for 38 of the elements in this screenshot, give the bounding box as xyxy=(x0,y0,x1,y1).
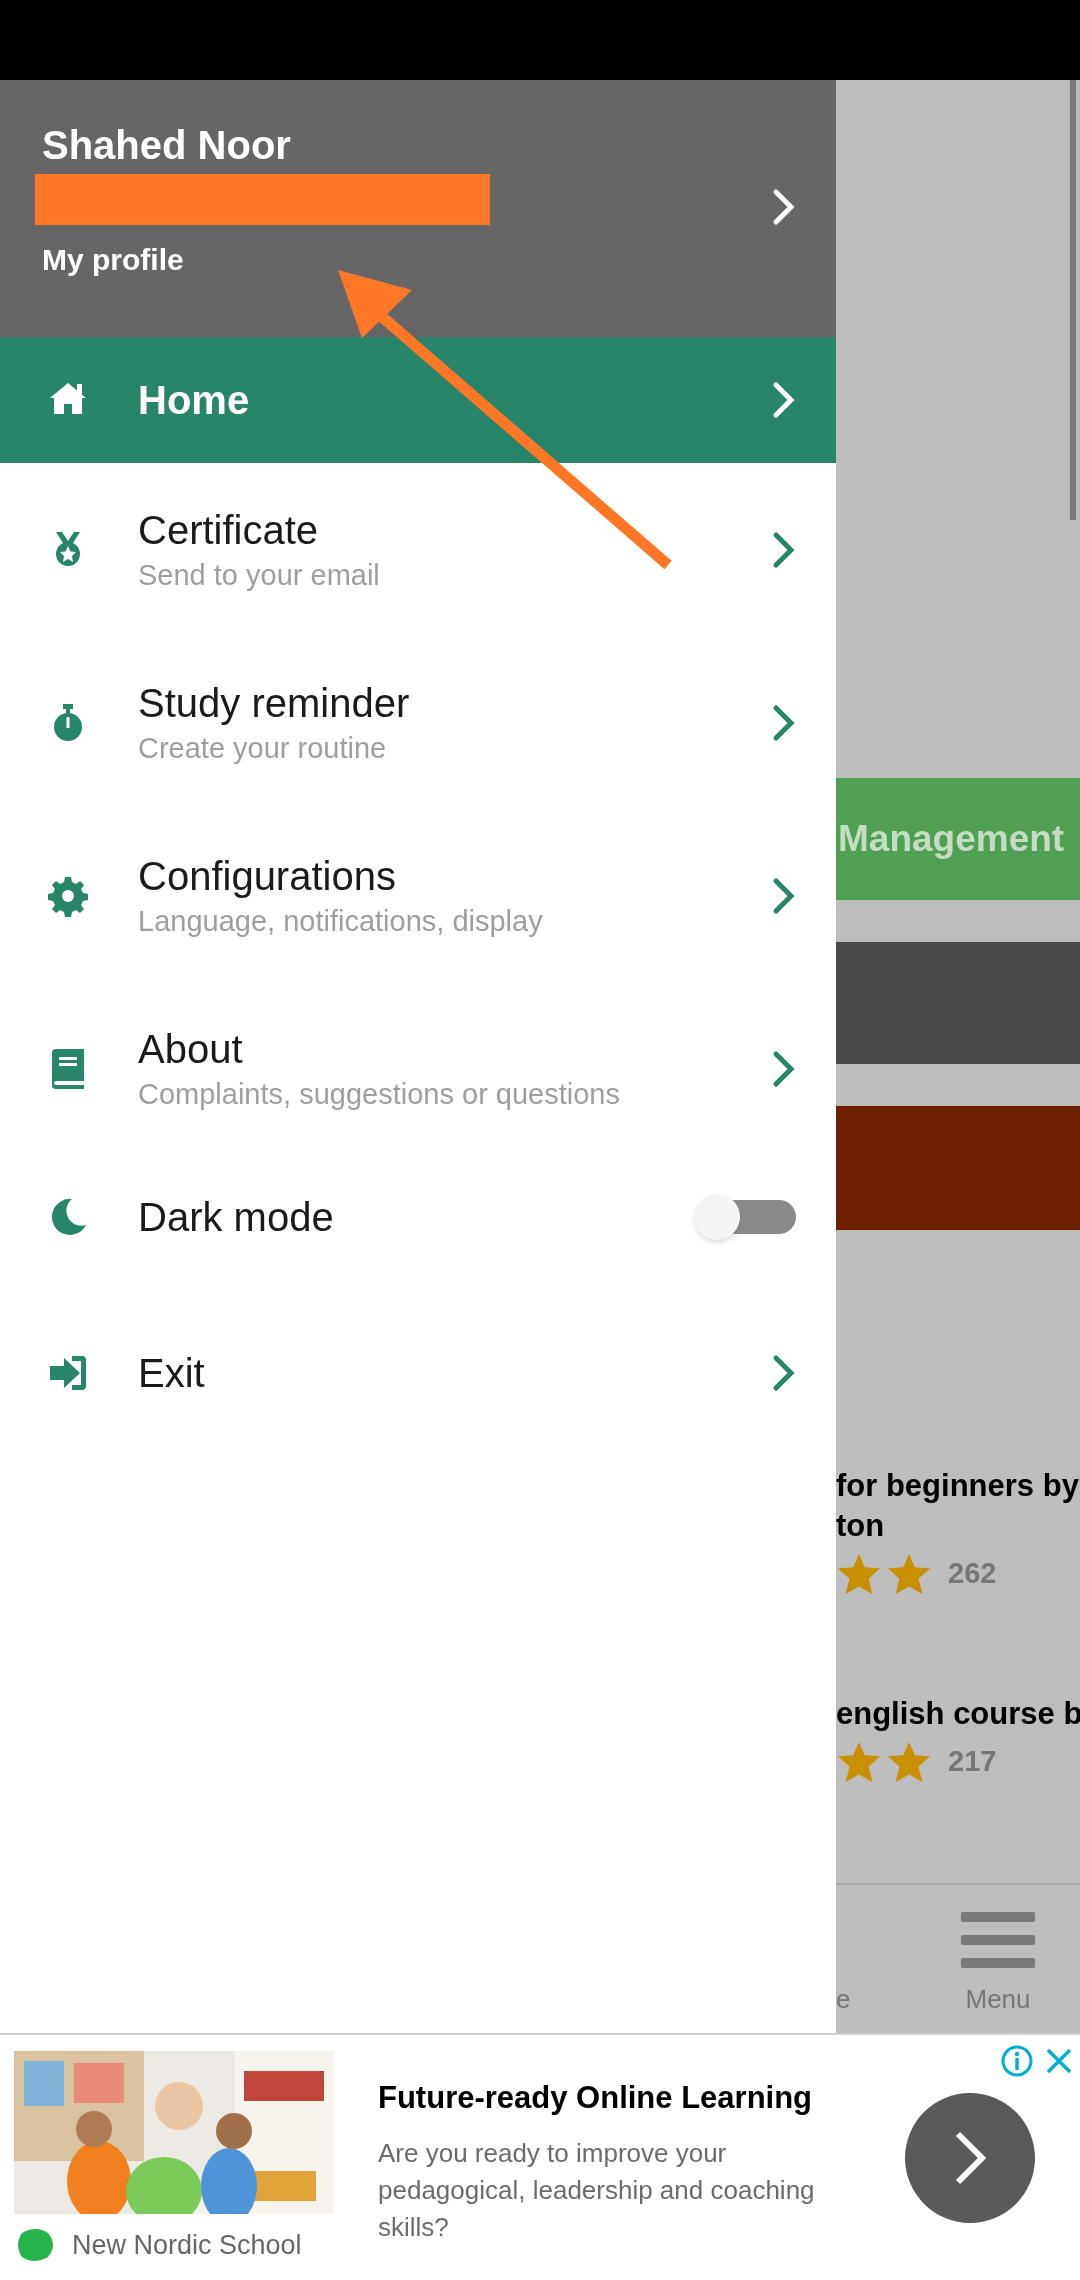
info-icon[interactable] xyxy=(1000,2044,1034,2078)
chevron-icon xyxy=(772,530,796,569)
advertiser-name: New Nordic School xyxy=(72,2229,302,2262)
item-title: Study reminder xyxy=(138,679,411,727)
chevron-icon xyxy=(772,381,796,419)
star-icon xyxy=(886,1552,932,1596)
chevron-icon xyxy=(772,703,796,742)
ad-body: Are you ready to improve your pedagogical, leadership and coaching skills? xyxy=(378,2137,816,2244)
menu-item[interactable]: Home xyxy=(0,337,836,463)
item-subtitle: Language, notifications, display xyxy=(138,903,544,939)
item-title: Certificate xyxy=(138,506,320,554)
item-title: Dark mode xyxy=(138,1193,335,1241)
chevron-icon xyxy=(772,1354,796,1392)
ad-headline: Future-ready Online Learning xyxy=(378,2079,813,2117)
course-title: for beginners by xyxy=(836,1467,1080,1505)
item-subtitle: Send to your email xyxy=(138,557,381,593)
menu-icon xyxy=(961,1910,1035,1970)
chevron-icon xyxy=(772,1049,796,1088)
rating-count: 217 xyxy=(948,1744,997,1780)
item-subtitle: Create your routine xyxy=(138,730,388,766)
toggle-switch[interactable] xyxy=(694,1193,796,1240)
chevron-icon xyxy=(772,876,796,915)
star-icon xyxy=(836,1740,882,1784)
banner-text: Management xyxy=(838,817,1065,862)
advertiser-logo xyxy=(16,2227,56,2263)
item-title: Home xyxy=(138,377,251,424)
close-icon[interactable] xyxy=(1044,2046,1074,2076)
item-subtitle: Complaints, suggestions or questions xyxy=(138,1076,621,1112)
chevron-icon xyxy=(772,188,796,226)
profile-link[interactable]: My profile xyxy=(42,240,836,280)
rating-count: 262 xyxy=(948,1556,997,1592)
user-name: Shahed Noor xyxy=(42,122,292,169)
item-title: About xyxy=(138,1025,244,1073)
item-title: Configurations xyxy=(138,852,397,900)
star-icon xyxy=(836,1552,882,1596)
course-title: ton xyxy=(836,1507,886,1545)
item-title: Exit xyxy=(138,1350,206,1397)
star-icon xyxy=(886,1740,932,1784)
